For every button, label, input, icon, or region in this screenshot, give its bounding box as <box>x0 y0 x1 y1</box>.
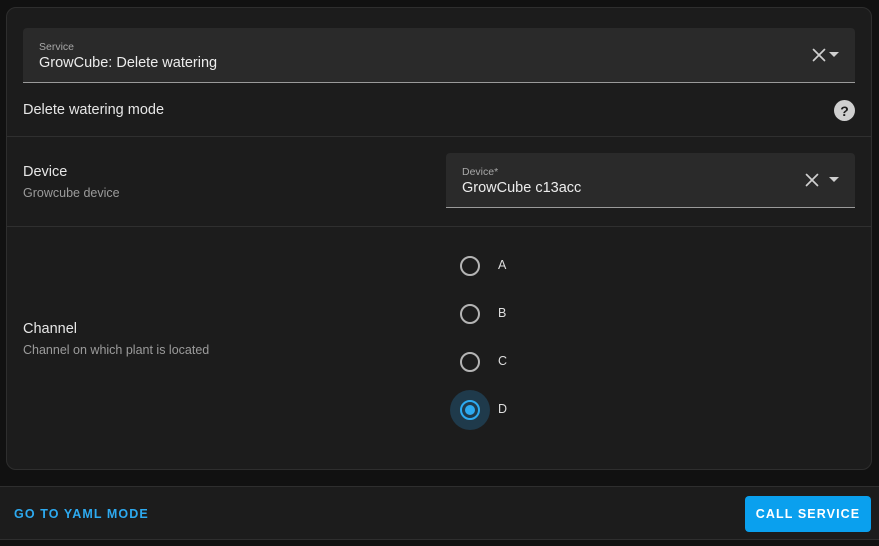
service-picker-value: GrowCube: Delete watering <box>39 55 218 71</box>
divider <box>7 136 871 137</box>
channel-title: Channel <box>23 321 78 337</box>
device-picker-label: Device* <box>462 166 499 178</box>
help-circle-icon[interactable]: ? <box>834 100 855 121</box>
channel-option-c[interactable]: C <box>450 342 570 382</box>
channel-option-a[interactable]: A <box>450 246 570 286</box>
service-picker-label: Service <box>39 41 75 53</box>
channel-option-label: A <box>498 258 507 272</box>
channel-option-b[interactable]: B <box>450 294 570 334</box>
radio-button[interactable] <box>450 294 490 334</box>
device-picker-value: GrowCube c13acc <box>462 180 582 196</box>
channel-option-label: D <box>498 402 508 416</box>
radio-button[interactable] <box>450 390 490 430</box>
divider <box>7 226 871 227</box>
radio-button[interactable] <box>450 246 490 286</box>
device-subtitle: Growcube device <box>23 186 120 200</box>
channel-option-label: B <box>498 306 507 320</box>
device-picker[interactable]: Device* GrowCube c13acc <box>446 153 855 208</box>
dialog-footer: GO TO YAML MODE CALL SERVICE <box>0 486 879 540</box>
yaml-mode-button[interactable]: GO TO YAML MODE <box>14 507 149 521</box>
channel-option-d[interactable]: D <box>450 390 570 430</box>
channel-option-label: C <box>498 354 508 368</box>
menu-down-icon[interactable] <box>826 28 842 82</box>
device-title: Device <box>23 164 68 180</box>
close-icon[interactable] <box>802 153 822 207</box>
service-description: Delete watering mode <box>23 102 165 118</box>
radio-button[interactable] <box>450 342 490 382</box>
menu-down-icon[interactable] <box>826 153 842 207</box>
channel-subtitle: Channel on which plant is located <box>23 343 210 357</box>
call-service-button[interactable]: CALL SERVICE <box>745 496 871 532</box>
service-picker[interactable]: Service GrowCube: Delete watering <box>23 28 855 83</box>
service-card: Service GrowCube: Delete watering Delete… <box>6 7 872 470</box>
